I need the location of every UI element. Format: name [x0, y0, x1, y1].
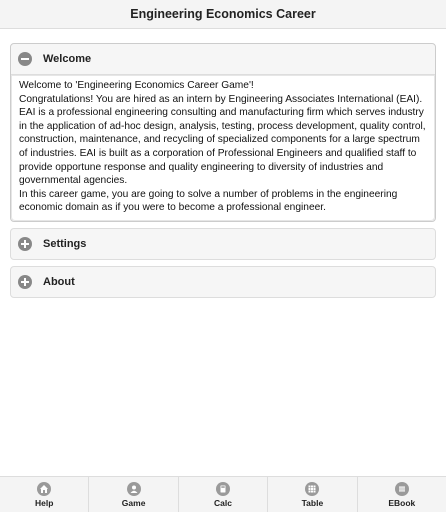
- main-content: Welcome Welcome to 'Engineering Economic…: [10, 43, 436, 304]
- home-icon: [37, 481, 52, 496]
- nav-table-button[interactable]: Table: [268, 477, 358, 512]
- settings-label: Settings: [43, 237, 87, 250]
- welcome-greeting: Welcome to 'Engineering Economics Career…: [19, 80, 254, 91]
- nav-help-label: Help: [34, 497, 54, 508]
- welcome-intro: Congratulations! You are hired as an int…: [19, 93, 426, 187]
- nav-help-button[interactable]: Help: [0, 477, 90, 512]
- nav-table-label: Table: [301, 497, 324, 508]
- welcome-instructions: In this career game, you are going to so…: [19, 188, 398, 214]
- minus-icon: [18, 52, 32, 66]
- nav-ebook-label: EBook: [388, 497, 416, 508]
- grid-icon: [305, 481, 320, 496]
- welcome-toggle[interactable]: Welcome: [11, 44, 435, 74]
- book-icon: [394, 481, 409, 496]
- bottom-navbar: Help Game Calc Table EBook: [0, 476, 446, 512]
- nav-game-button[interactable]: Game: [89, 477, 179, 512]
- nav-ebook-button[interactable]: EBook: [358, 477, 446, 512]
- nav-calc-button[interactable]: Calc: [179, 477, 269, 512]
- nav-game-label: Game: [121, 497, 146, 508]
- nav-calc-label: Calc: [214, 497, 232, 508]
- welcome-section: Welcome Welcome to 'Engineering Economic…: [10, 43, 436, 222]
- plus-icon: [18, 236, 32, 251]
- settings-toggle[interactable]: Settings: [11, 228, 435, 259]
- welcome-body: Welcome to 'Engineering Economics Career…: [11, 74, 435, 221]
- calculator-icon: [216, 481, 231, 496]
- about-toggle[interactable]: About: [11, 266, 435, 297]
- app-header: Engineering Economics Career: [0, 0, 446, 29]
- about-label: About: [43, 275, 75, 288]
- settings-section: Settings: [10, 227, 436, 260]
- welcome-label: Welcome: [43, 53, 92, 65]
- about-section: About: [10, 265, 436, 298]
- user-icon: [126, 481, 141, 496]
- plus-icon: [18, 274, 32, 289]
- page-title: Engineering Economics Career: [130, 7, 316, 21]
